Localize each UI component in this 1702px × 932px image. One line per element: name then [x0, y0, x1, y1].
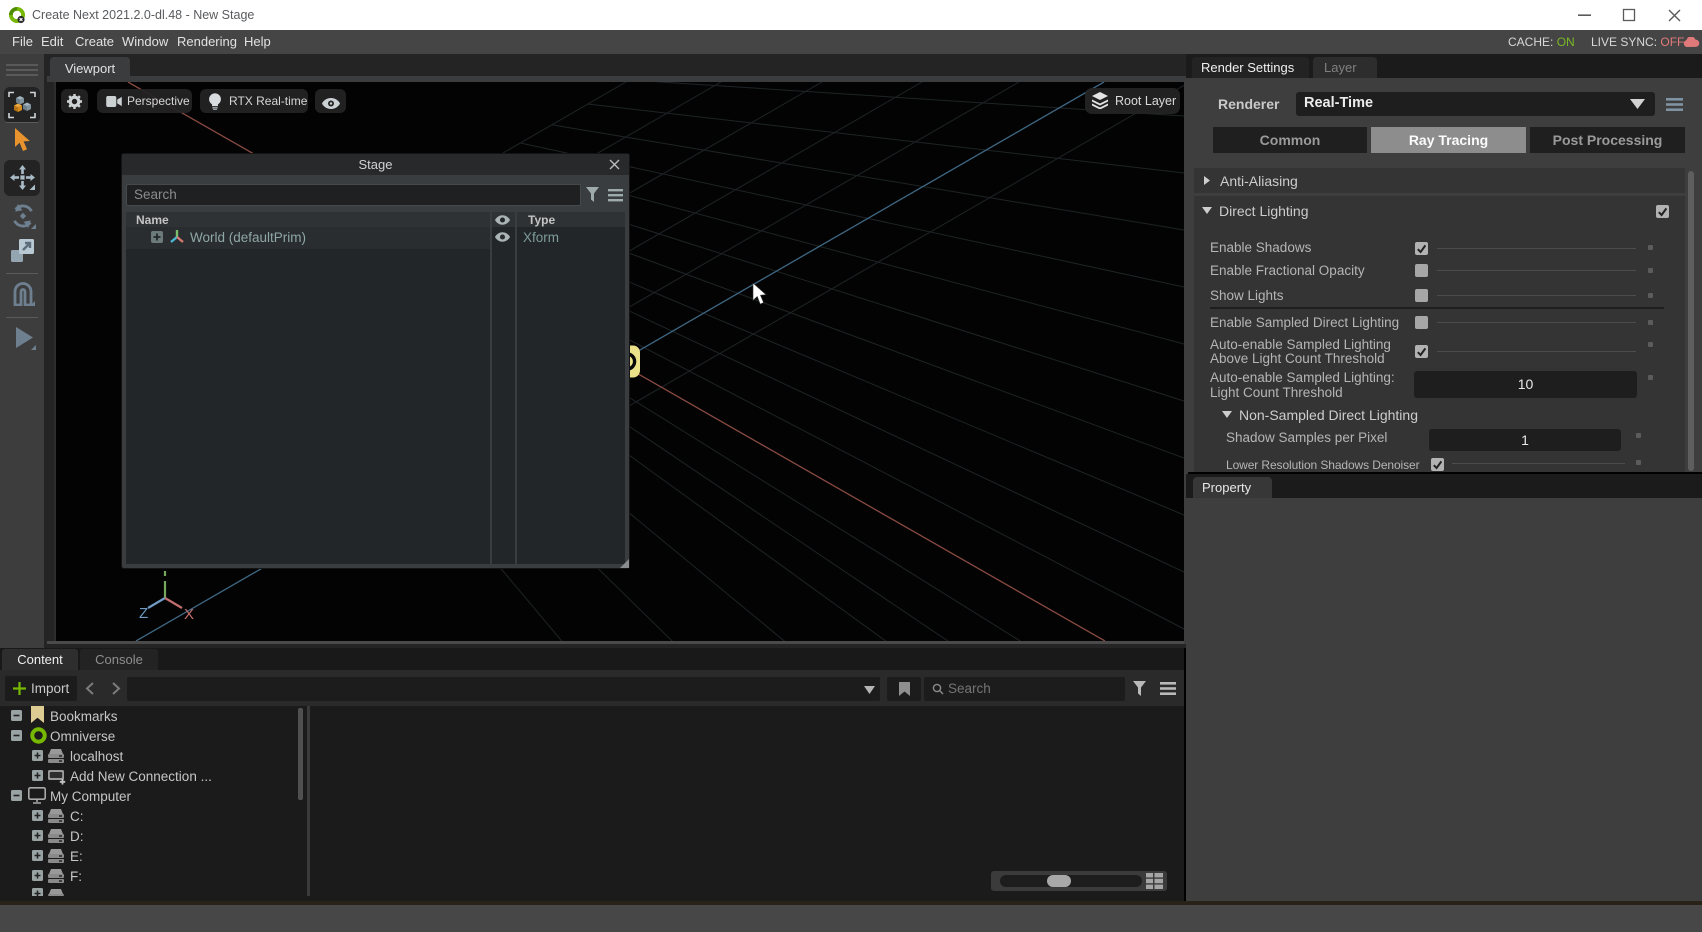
- svg-text:X: X: [184, 606, 194, 623]
- svg-text:Z: Z: [139, 605, 148, 622]
